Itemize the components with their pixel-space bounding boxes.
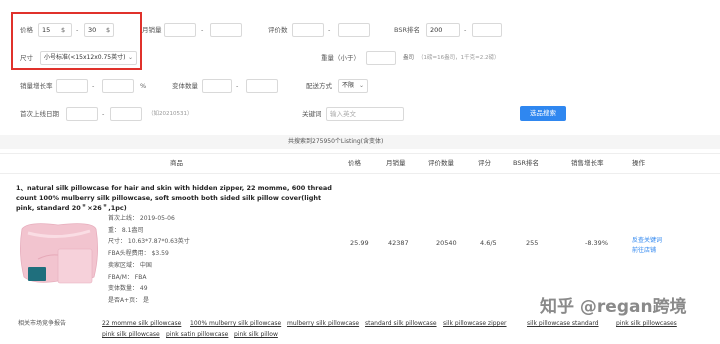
price-min-input[interactable]: 15 <box>38 23 72 37</box>
keyword-link[interactable]: 100% mulberry silk pillowcase <box>190 319 281 329</box>
header-divider-top <box>0 153 720 154</box>
first-listed-label: 首次上线日期 <box>20 110 59 118</box>
weight-hint: （1磅=16盎司，1千克=2.2磅） <box>418 55 500 61</box>
bsr-label: BSR排名 <box>394 26 420 34</box>
cell-rating: 4.6/5 <box>480 239 497 247</box>
product-title[interactable]: 1、natural silk pillowcase for hair and s… <box>16 183 336 213</box>
delivery-select[interactable]: 不限 ⌄ <box>338 79 368 93</box>
cell-price: 25.99 <box>350 239 369 247</box>
review-count-max-input[interactable] <box>338 23 370 37</box>
price-sep: - <box>76 26 79 34</box>
result-summary: 共搜索到275950个Listing(含变体) <box>288 138 384 145</box>
first-listed-max-input[interactable] <box>110 107 142 121</box>
chevron-down-icon: ⌄ <box>127 54 133 61</box>
delivery-label: 配送方式 <box>306 82 332 90</box>
size-select[interactable]: 小号标准(<15x12x0.75英寸) ⌄ <box>40 51 137 65</box>
cell-sales-growth: -8.39% <box>585 239 608 247</box>
th-rating: 评分 <box>478 159 491 167</box>
first-listed-min-input[interactable] <box>66 107 98 121</box>
review-count-label: 评价数 <box>268 26 288 34</box>
th-review-count: 评价数量 <box>428 159 454 167</box>
variant-count-min-input[interactable] <box>202 79 232 93</box>
variant-count-max-input[interactable] <box>246 79 278 93</box>
sales-growth-max-input[interactable] <box>102 79 134 93</box>
meta-first-listed: 首次上线： 2019-05-06 <box>108 215 175 222</box>
pillow-image <box>20 223 98 284</box>
sales-growth-unit: % <box>140 82 147 90</box>
variant-count-sep: - <box>236 82 239 90</box>
th-sales-growth: 销售增长率 <box>571 159 604 167</box>
keyword-link[interactable]: pink silk pillowcase <box>102 330 160 340</box>
chevron-down-icon: ⌄ <box>358 82 364 89</box>
keyword-label: 关键词 <box>302 110 322 118</box>
watermark-text: 知乎 @regan跨境 <box>540 297 687 317</box>
cell-review-count: 20540 <box>436 239 457 247</box>
th-product: 商品 <box>170 159 183 167</box>
meta-seller-region: 卖家区域： 中国 <box>108 262 152 269</box>
keywords-label: 相关市场竞争报告 <box>18 320 67 327</box>
cell-monthly-sales: 42387 <box>388 239 409 247</box>
product-image[interactable] <box>18 219 100 287</box>
price-max-unit: $ <box>106 26 111 34</box>
meta-fba-fee: FBA头程费用： $3.59 <box>108 250 169 257</box>
keyword-link[interactable]: mulberry silk pillowcase <box>287 319 359 329</box>
price-min-unit: $ <box>61 26 66 34</box>
keyword-link[interactable]: standard silk pillowcase <box>365 319 437 329</box>
monthly-sales-label: 月销量 <box>142 26 162 34</box>
keyword-link[interactable]: 22 momme silk pillowcase <box>102 319 181 329</box>
meta-size: 尺寸： 10.63*7.87*0.63英寸 <box>108 238 190 245</box>
cell-bsr: 255 <box>526 239 539 247</box>
th-bsr: BSR排名 <box>513 159 539 167</box>
review-count-sep: - <box>328 26 331 34</box>
bsr-sep: - <box>464 26 467 34</box>
keyword-link[interactable]: pink satin pillowcase <box>166 330 228 340</box>
th-monthly-sales: 月销量 <box>386 159 406 167</box>
variant-count-label: 变体数量 <box>172 82 198 90</box>
weight-unit: 盎司 <box>403 55 415 61</box>
meta-a-plus: 是否A+页： 是 <box>108 297 150 304</box>
th-action: 操作 <box>632 159 645 167</box>
first-listed-hint: （如20210531） <box>148 111 193 117</box>
header-divider-bottom <box>0 173 720 174</box>
th-price: 价格 <box>348 159 361 167</box>
sales-growth-label: 销量增长率 <box>20 82 53 90</box>
price-label: 价格 <box>20 26 33 34</box>
monthly-sales-min-input[interactable] <box>164 23 196 37</box>
keyword-link[interactable]: silk pillowcase zipper <box>443 319 507 329</box>
weight-label: 重量（小于） <box>321 54 360 62</box>
keyword-input[interactable]: 输入英文 <box>326 107 404 121</box>
size-label: 尺寸 <box>20 54 33 62</box>
go-to-store-link[interactable]: 前往店铺 <box>632 246 656 256</box>
monthly-sales-max-input[interactable] <box>210 23 242 37</box>
first-listed-sep: - <box>102 110 105 118</box>
sales-growth-sep: - <box>92 82 95 90</box>
meta-variant-count: 变体数量： 49 <box>108 285 148 292</box>
reverse-keyword-link[interactable]: 反查关键词 <box>632 236 662 246</box>
monthly-sales-sep: - <box>201 26 204 34</box>
meta-weight: 重： 8.1盎司 <box>108 227 144 234</box>
watermark: 知乎 @regan跨境 <box>540 290 720 324</box>
weight-input[interactable] <box>366 51 396 65</box>
search-button[interactable]: 选品搜索 <box>520 106 566 121</box>
meta-fba-m: FBA/M： FBA <box>108 274 147 281</box>
keyword-link[interactable]: pink silk pillow <box>234 330 278 340</box>
delivery-select-value: 不限 <box>342 82 355 89</box>
review-count-min-input[interactable] <box>292 23 324 37</box>
bsr-min-input[interactable]: 200 <box>426 23 460 37</box>
size-select-value: 小号标准(<15x12x0.75英寸) <box>44 54 126 61</box>
bsr-max-input[interactable] <box>472 23 502 37</box>
sales-growth-min-input[interactable] <box>56 79 88 93</box>
